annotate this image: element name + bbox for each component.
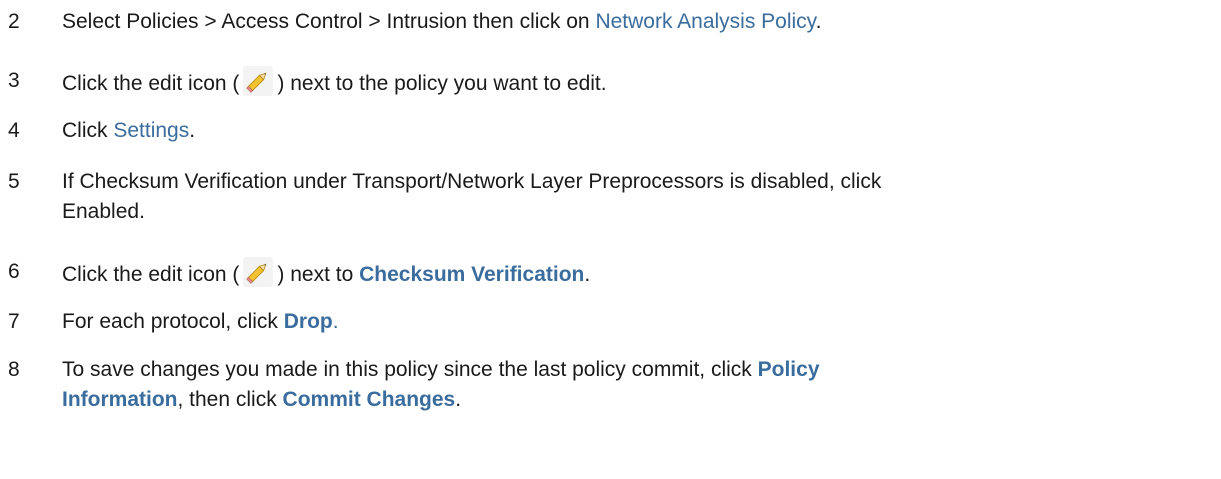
step-text-line: If Checksum Verification under Transport… — [62, 170, 882, 193]
settings-link[interactable]: Settings — [113, 119, 189, 142]
policy-information-link[interactable]: Information — [62, 388, 178, 411]
step-text-line: Enabled. — [62, 200, 145, 223]
pencil-edit-icon — [243, 66, 274, 96]
step-text: Click Settings. — [62, 116, 1212, 146]
network-analysis-policy-link[interactable]: Network Analysis Policy — [595, 10, 815, 33]
step-text-part: Click the edit icon ( — [62, 263, 240, 286]
step-text: Select Policies > Access Control > Intru… — [62, 7, 1212, 37]
pencil-edit-icon — [243, 257, 274, 287]
commit-changes-link[interactable]: Commit Changes — [283, 388, 456, 411]
step-number: 8 — [8, 358, 20, 381]
step-number: 2 — [8, 10, 20, 33]
step-text-part: Click — [62, 119, 114, 142]
step-text-part: . — [455, 388, 462, 411]
step-text-line: To save changes you made in this policy … — [62, 355, 1212, 385]
step-number: 6 — [8, 260, 20, 283]
step-number: 5 — [8, 170, 20, 193]
step-text-part: . — [815, 10, 822, 33]
step-text: Click the edit icon ( ) next to Checksum … — [62, 257, 1212, 290]
step-text: Click the edit icon ( ) next to the polic… — [62, 66, 1212, 99]
step-text-part: . — [332, 310, 339, 333]
step-text: For each protocol, click Drop. — [62, 307, 1212, 337]
step-text-part: Click the edit icon ( — [62, 72, 240, 95]
checksum-verification-link[interactable]: Checksum Verification — [359, 263, 584, 286]
step-number: 7 — [8, 310, 20, 333]
step-text-part: ) next to the policy you want to edit. — [277, 72, 607, 95]
step-text-part: . — [189, 119, 196, 142]
step-text-part: . — [584, 263, 591, 286]
step-text-part: To save changes you made in this policy … — [62, 358, 758, 381]
step-text-line: Information, then click Commit Changes. — [62, 385, 1212, 415]
step-text: To save changes you made in this policy … — [62, 355, 1212, 415]
step-number: 4 — [8, 119, 20, 142]
step-text-part: ) next to — [277, 263, 360, 286]
step-text-part: Select Policies > Access Control > Intru… — [62, 10, 596, 33]
step-number: 3 — [8, 69, 20, 92]
drop-link[interactable]: Drop — [284, 310, 333, 333]
step-text-part: , then click — [177, 388, 283, 411]
step-text: If Checksum Verification under Transport… — [62, 167, 1212, 227]
policy-information-link[interactable]: Policy — [758, 358, 820, 381]
step-text-part: For each protocol, click — [62, 310, 284, 333]
